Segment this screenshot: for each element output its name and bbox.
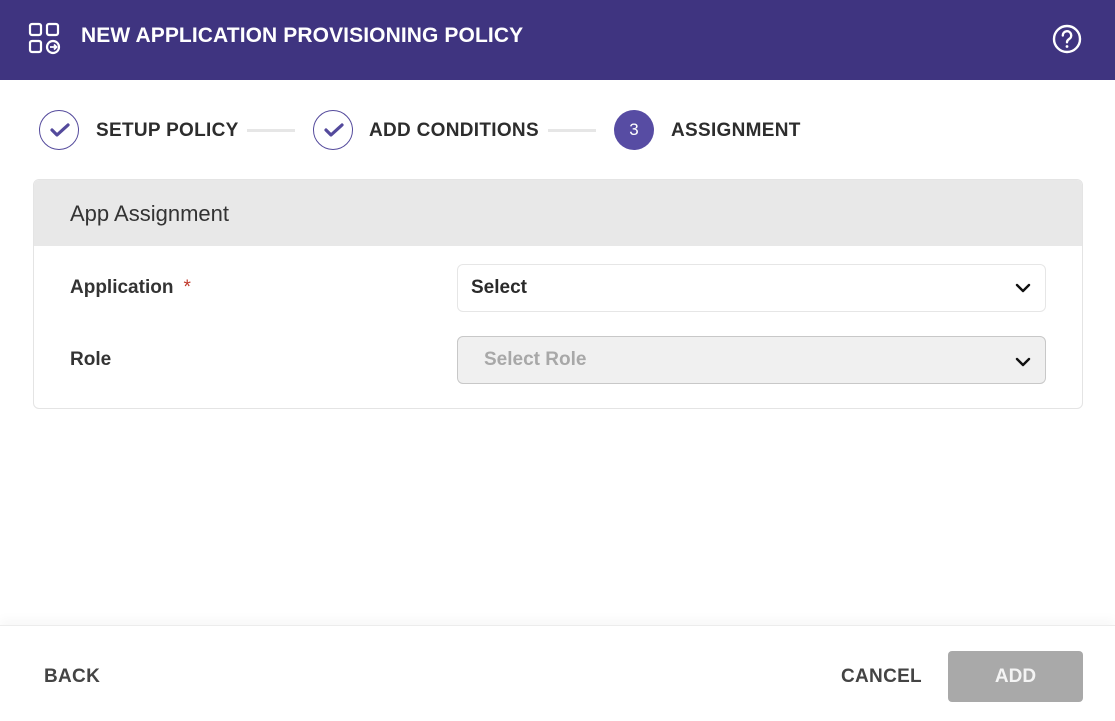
step-3-indicator: 3 (614, 110, 654, 150)
step-connector (247, 129, 295, 132)
card-title: App Assignment (70, 201, 229, 226)
app-provisioning-icon (28, 22, 61, 55)
application-label-text: Application (70, 277, 174, 298)
check-icon (50, 123, 70, 137)
check-icon (324, 123, 344, 137)
application-select[interactable]: Select (457, 264, 1046, 312)
role-select[interactable]: Select Role (457, 336, 1046, 384)
add-button[interactable]: ADD (948, 651, 1083, 702)
dialog-header: NEW APPLICATION PROVISIONING POLICY (0, 0, 1115, 80)
role-select-placeholder: Select Role (484, 349, 587, 370)
application-label: Application * (70, 277, 191, 299)
chevron-down-icon (1015, 357, 1031, 367)
cancel-button[interactable]: CANCEL (841, 666, 922, 688)
required-indicator: * (183, 277, 191, 298)
step-1-label: SETUP POLICY (96, 120, 239, 141)
dialog-title: NEW APPLICATION PROVISIONING POLICY (81, 24, 524, 47)
application-select-value: Select (471, 277, 527, 298)
app-assignment-card: App Assignment Application * Select Role … (33, 179, 1083, 409)
dialog-footer: BACK CANCEL ADD (0, 625, 1115, 721)
role-label: Role (70, 349, 112, 370)
back-button[interactable]: BACK (44, 666, 100, 688)
step-1-indicator (39, 110, 79, 150)
progress-stepper: SETUP POLICY ADD CONDITIONS 3 ASSIGNMENT (0, 100, 1115, 162)
step-connector (548, 129, 596, 132)
step-3-label: ASSIGNMENT (671, 120, 801, 141)
step-2-indicator (313, 110, 353, 150)
help-icon[interactable] (1051, 23, 1083, 55)
step-2-label: ADD CONDITIONS (369, 120, 539, 141)
card-header: App Assignment (34, 180, 1082, 246)
chevron-down-icon (1015, 283, 1031, 293)
